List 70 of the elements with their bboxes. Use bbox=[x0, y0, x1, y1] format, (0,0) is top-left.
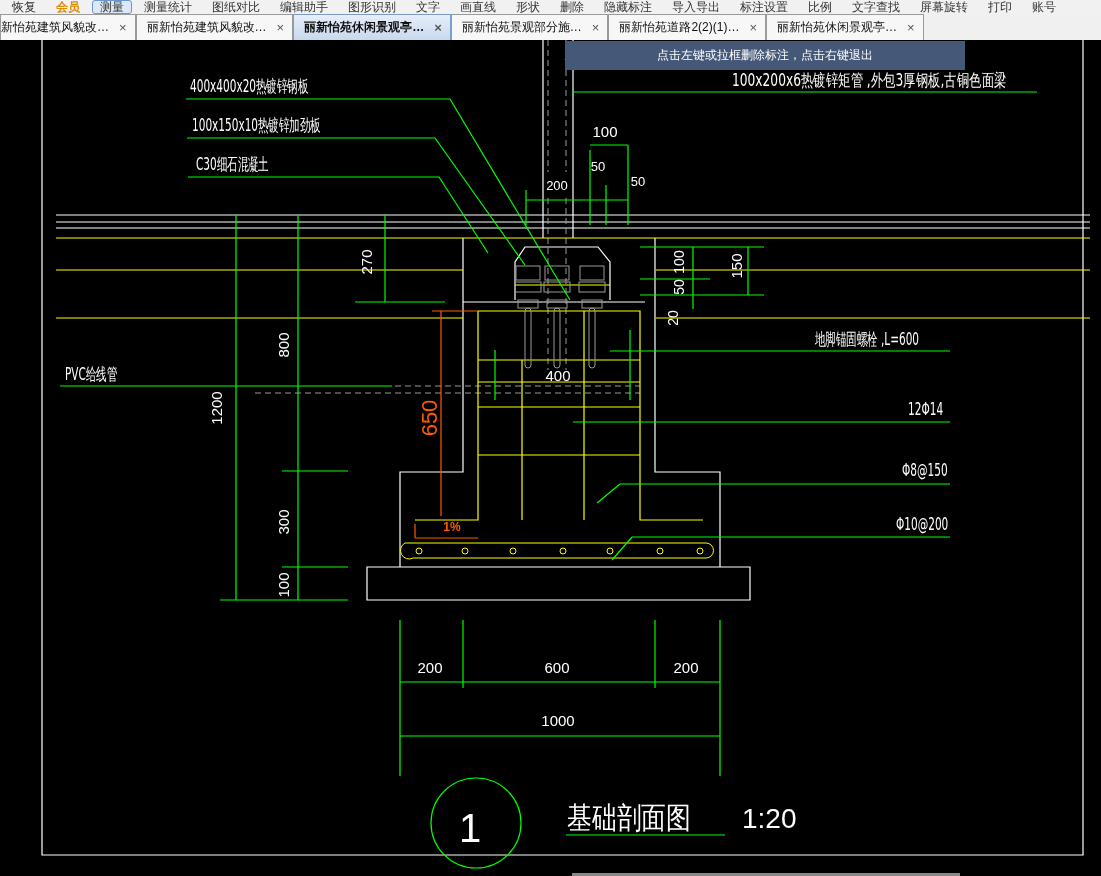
dimension-label: 800 bbox=[274, 332, 292, 358]
toolbar-button[interactable]: 画直线 bbox=[452, 0, 504, 14]
close-icon[interactable]: × bbox=[749, 20, 757, 35]
close-icon[interactable]: × bbox=[591, 20, 600, 35]
toolbar-button[interactable]: 形状 bbox=[508, 0, 548, 14]
dimension-label: 200 bbox=[546, 178, 568, 193]
dimension-label: 200 bbox=[673, 659, 699, 676]
document-tab[interactable]: 丽新怡苑景观部分施… × bbox=[450, 14, 609, 40]
dimension-label: 1000 bbox=[541, 712, 575, 729]
callout-label: Φ10@200 bbox=[896, 514, 949, 534]
callout-label: 400x400x20热镀锌钢板 bbox=[190, 76, 309, 96]
toolbar-button[interactable]: 文字查找 bbox=[844, 0, 908, 14]
toolbar-button[interactable]: 图纸对比 bbox=[204, 0, 268, 14]
callout-label: C30细石混凝土 bbox=[196, 154, 269, 174]
callout-label: 100x200x6热镀锌矩管 ,外包3厚钢板,古铜色面梁 bbox=[732, 69, 1007, 90]
dimension-label: 100 bbox=[274, 572, 292, 598]
dimension-label: 50 bbox=[630, 174, 646, 189]
toolbar-button[interactable]: 隐藏标注 bbox=[596, 0, 660, 14]
toolbar-button[interactable]: 导入导出 bbox=[664, 0, 728, 14]
dimension-label: 270 bbox=[357, 249, 375, 275]
dimension-label: 100 bbox=[670, 250, 687, 274]
scrollbar[interactable] bbox=[572, 873, 960, 876]
close-icon[interactable]: × bbox=[276, 20, 285, 35]
dimension-label: 600 bbox=[544, 659, 570, 676]
dimension-label: 300 bbox=[274, 509, 292, 535]
toolbar-button[interactable]: 恢复 bbox=[4, 0, 44, 14]
toolbar-button[interactable]: 图形识别 bbox=[340, 0, 404, 14]
toolbar-button[interactable]: 标注设置 bbox=[732, 0, 796, 14]
close-icon[interactable]: × bbox=[907, 20, 915, 35]
toolbar-button[interactable]: 删除 bbox=[552, 0, 592, 14]
tab-label: 丽新怡苑道路2(2)(1)… bbox=[619, 19, 740, 36]
callout-label: 12Φ14 bbox=[908, 399, 944, 419]
detail-number: 1 bbox=[458, 806, 482, 850]
tab-label: 丽新怡苑休闲景观亭… bbox=[304, 19, 425, 36]
document-tab[interactable]: 丽新怡苑休闲景观亭… × bbox=[766, 14, 924, 40]
tab-label: 新怡苑建筑风貌改… bbox=[1, 19, 109, 36]
tab-label: 丽新怡苑建筑风貌改… bbox=[146, 19, 267, 36]
toolbar-button[interactable]: 测量统计 bbox=[136, 0, 200, 14]
toolbar-button[interactable]: 测量 bbox=[92, 0, 132, 14]
callout-label: 地脚锚固螺栓 ,L=600 bbox=[815, 329, 920, 349]
scale-label: 1:20 bbox=[742, 803, 797, 834]
toolbar-button[interactable]: 比例 bbox=[800, 0, 840, 14]
toolbar-button[interactable]: 打印 bbox=[980, 0, 1020, 14]
document-tab[interactable]: 丽新怡苑道路2(2)(1)… × bbox=[608, 14, 766, 40]
tab-label: 丽新怡苑景观部分施… bbox=[461, 19, 582, 36]
callout-label: 100x150x10热镀锌加劲板 bbox=[192, 115, 321, 135]
dimension-label: 200 bbox=[417, 659, 443, 676]
document-tab[interactable]: 丽新怡苑休闲景观亭… × bbox=[293, 14, 451, 40]
toolbar-button[interactable]: 编辑助手 bbox=[272, 0, 336, 14]
close-icon[interactable]: × bbox=[119, 20, 127, 35]
dimension-label: 20 bbox=[664, 310, 681, 326]
dimension-label: 150 bbox=[727, 253, 745, 279]
dimension-label: 650 bbox=[416, 399, 442, 437]
callout-label: Φ8@150 bbox=[902, 460, 948, 480]
dimension-label: 400 bbox=[545, 367, 571, 384]
toolbar-button[interactable]: 账号 bbox=[1024, 0, 1064, 14]
dimension-label: 1% bbox=[443, 520, 461, 534]
dimension-label: 50 bbox=[670, 279, 687, 295]
tab-label: 丽新怡苑休闲景观亭… bbox=[777, 19, 897, 36]
document-tab[interactable]: 新怡苑建筑风貌改… × bbox=[0, 14, 136, 40]
hint-tooltip: 点击左键或拉框删除标注，点击右键退出 bbox=[565, 41, 965, 70]
close-icon[interactable]: × bbox=[434, 20, 442, 35]
callout-label: PVC给线管 bbox=[65, 364, 118, 384]
dimension-label: 100 bbox=[592, 123, 618, 140]
dimension-label: 50 bbox=[590, 159, 606, 174]
document-tab[interactable]: 丽新怡苑建筑风貌改… × bbox=[135, 14, 294, 40]
dimension-label: 1200 bbox=[207, 391, 225, 425]
toolbar-button[interactable]: 屏幕旋转 bbox=[912, 0, 976, 14]
drawing-title: 基础剖面图 bbox=[567, 800, 717, 835]
toolbar-button[interactable]: 文字 bbox=[408, 0, 448, 14]
